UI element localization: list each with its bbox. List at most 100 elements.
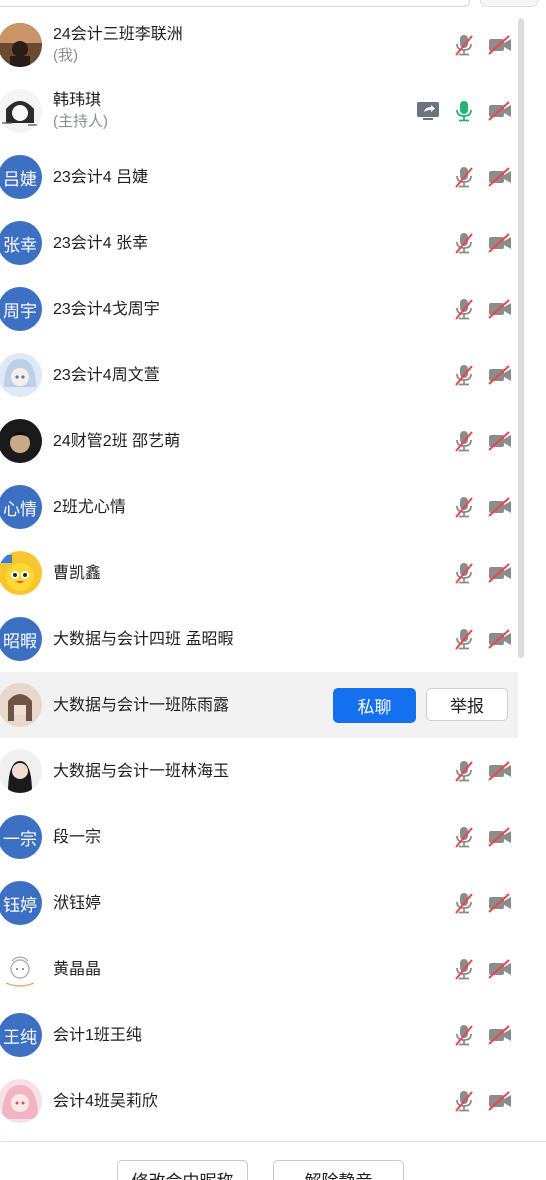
participant-list: 24会计三班李联洲 (我) 韩玮琪 (主持人) 吕婕 23会计4 吕婕张幸 23会计4 张幸… bbox=[0, 12, 518, 1140]
camera-off-icon bbox=[482, 162, 518, 192]
status-icons bbox=[446, 408, 518, 474]
avatar-initials: 钰婷 bbox=[0, 881, 42, 925]
avatar-initials: 一宗 bbox=[0, 815, 42, 859]
participant-name: 大数据与会计四班 孟昭暇 bbox=[53, 630, 234, 648]
participant-row[interactable]: 24会计三班李联洲 (我) bbox=[0, 12, 518, 78]
camera-off-icon bbox=[482, 822, 518, 852]
participant-info: 23会计4戈周宇 bbox=[53, 276, 160, 342]
participant-row[interactable]: 钰婷 洑钰婷 bbox=[0, 870, 518, 936]
rename-button[interactable]: 修改会中昵称 bbox=[117, 1160, 248, 1180]
unmute-button[interactable]: 解除静音 bbox=[273, 1160, 404, 1180]
mic-muted-icon bbox=[446, 294, 482, 324]
participant-info: 黄晶晶 bbox=[53, 936, 101, 1002]
participant-row[interactable]: 大数据与会计一班林海玉 bbox=[0, 738, 518, 804]
camera-off-icon bbox=[482, 1020, 518, 1050]
participant-row[interactable]: 黄晶晶 bbox=[0, 936, 518, 1002]
camera-off-icon bbox=[482, 426, 518, 456]
participant-info: 韩玮琪 (主持人) bbox=[53, 78, 108, 144]
avatar bbox=[0, 749, 42, 793]
mic-muted-icon bbox=[446, 228, 482, 258]
participant-name: 韩玮琪 bbox=[53, 92, 102, 109]
avatar bbox=[0, 353, 42, 397]
participant-info: 23会计4周文萱 bbox=[53, 342, 160, 408]
top-action-button[interactable] bbox=[480, 0, 538, 7]
mic-on-icon bbox=[446, 96, 482, 126]
camera-off-icon bbox=[482, 492, 518, 522]
participant-row[interactable]: 23会计4周文萱 bbox=[0, 342, 518, 408]
status-icons bbox=[446, 1002, 518, 1068]
participant-info: 23会计4 张幸 bbox=[53, 210, 148, 276]
participant-info: 会计4班吴莉欣 bbox=[53, 1068, 158, 1134]
camera-off-icon bbox=[482, 360, 518, 390]
participant-row[interactable]: 会计4班吴莉欣 bbox=[0, 1068, 518, 1134]
status-icons bbox=[446, 804, 518, 870]
participant-name: 24财管2班 邵艺萌 bbox=[53, 432, 181, 450]
avatar-initials: 周宇 bbox=[0, 287, 42, 331]
mic-muted-icon bbox=[446, 360, 482, 390]
scrollbar[interactable] bbox=[518, 18, 524, 658]
participant-name: 23会计4 吕婕 bbox=[53, 168, 149, 186]
camera-off-icon bbox=[482, 228, 518, 258]
participant-row[interactable]: 昭暇 大数据与会计四班 孟昭暇 bbox=[0, 606, 518, 672]
status-icons bbox=[446, 474, 518, 540]
participant-row[interactable]: 周宇 23会计4戈周宇 bbox=[0, 276, 518, 342]
participant-info: 24会计三班李联洲 (我) bbox=[53, 12, 183, 78]
report-button[interactable]: 举报 bbox=[426, 688, 508, 721]
mic-muted-icon bbox=[446, 426, 482, 456]
participant-name: 段一宗 bbox=[53, 828, 102, 846]
avatar-initials: 吕婕 bbox=[0, 155, 42, 199]
footer-bar: 修改会中昵称 解除静音 bbox=[0, 1141, 546, 1180]
participant-row[interactable]: 一宗 段一宗 bbox=[0, 804, 518, 870]
participant-row[interactable]: 曹凯鑫 bbox=[0, 540, 518, 606]
participant-info: 曹凯鑫 bbox=[53, 540, 101, 606]
participant-info: 2班尤心情 bbox=[53, 474, 126, 540]
status-icons bbox=[446, 1068, 518, 1134]
status-icons bbox=[446, 144, 518, 210]
participant-row[interactable]: 张幸 23会计4 张幸 bbox=[0, 210, 518, 276]
camera-off-icon bbox=[482, 1086, 518, 1116]
status-icons bbox=[446, 540, 518, 606]
mic-muted-icon bbox=[446, 558, 482, 588]
participant-row[interactable]: 吕婕 23会计4 吕婕 bbox=[0, 144, 518, 210]
participant-row[interactable]: 大数据与会计一班陈雨露 私聊 举报 bbox=[0, 672, 518, 738]
participant-name: 24会计三班李联洲 bbox=[53, 26, 183, 43]
participant-info: 段一宗 bbox=[53, 804, 101, 870]
camera-off-icon bbox=[482, 294, 518, 324]
status-icons bbox=[446, 606, 518, 672]
avatar bbox=[0, 1079, 42, 1123]
search-input[interactable] bbox=[0, 0, 470, 7]
participant-row[interactable]: 心情 2班尤心情 bbox=[0, 474, 518, 540]
private-chat-button[interactable]: 私聊 bbox=[333, 688, 416, 723]
status-icons bbox=[446, 276, 518, 342]
camera-off-icon bbox=[482, 888, 518, 918]
status-icons bbox=[446, 12, 518, 78]
status-icons bbox=[410, 78, 518, 144]
status-icons bbox=[446, 738, 518, 804]
mic-muted-icon bbox=[446, 1020, 482, 1050]
camera-off-icon bbox=[482, 756, 518, 786]
participant-info: 会计1班王纯 bbox=[53, 1002, 142, 1068]
status-icons bbox=[446, 936, 518, 1002]
mic-muted-icon bbox=[446, 1086, 482, 1116]
camera-off-icon bbox=[482, 954, 518, 984]
participant-name: 大数据与会计一班陈雨露 bbox=[53, 696, 230, 714]
participant-row[interactable]: 韩玮琪 (主持人) bbox=[0, 78, 518, 144]
participant-name: 曹凯鑫 bbox=[53, 564, 102, 582]
participant-row[interactable]: 王纯 会计1班王纯 bbox=[0, 1002, 518, 1068]
participant-info: 大数据与会计四班 孟昭暇 bbox=[53, 606, 233, 672]
participant-name: 23会计4周文萱 bbox=[53, 366, 160, 384]
avatar bbox=[0, 89, 42, 133]
mic-muted-icon bbox=[446, 492, 482, 522]
top-toolbar bbox=[0, 0, 546, 12]
avatar-initials: 心情 bbox=[0, 485, 42, 529]
mic-muted-icon bbox=[446, 30, 482, 60]
participant-info: 大数据与会计一班林海玉 bbox=[53, 738, 229, 804]
avatar bbox=[0, 551, 42, 595]
participant-row[interactable]: 24财管2班 邵艺萌 bbox=[0, 408, 518, 474]
avatar bbox=[0, 947, 42, 991]
mic-muted-icon bbox=[446, 756, 482, 786]
participant-name: 2班尤心情 bbox=[53, 498, 126, 516]
participant-role: (主持人) bbox=[53, 113, 108, 130]
participant-info: 洑钰婷 bbox=[53, 870, 101, 936]
mic-muted-icon bbox=[446, 162, 482, 192]
